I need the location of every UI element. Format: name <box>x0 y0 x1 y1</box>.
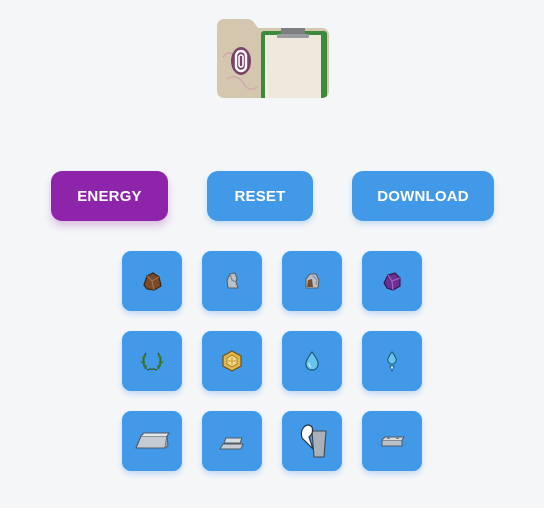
brown-ore-icon <box>143 272 162 291</box>
item-tile-drip[interactable] <box>362 331 422 391</box>
item-tile-laurel-wreath[interactable] <box>122 331 182 391</box>
folder-clipboard-icon <box>217 19 329 98</box>
paperclip-badge-icon <box>231 47 251 75</box>
item-tile-purple-crystal[interactable] <box>362 251 422 311</box>
item-tile-brown-ore[interactable] <box>122 251 182 311</box>
folder-thumbnail[interactable] <box>217 17 329 98</box>
reset-button[interactable]: RESET <box>207 171 313 221</box>
flat-plate-icon <box>381 436 405 447</box>
item-tile-flat-plate[interactable] <box>362 411 422 471</box>
item-tile-water-drop[interactable] <box>282 331 342 391</box>
item-tile-gold-hexagon[interactable] <box>202 331 262 391</box>
lightning-cup-icon <box>300 424 327 458</box>
mixed-ore-icon <box>305 273 320 289</box>
grey-stone-icon <box>226 272 239 289</box>
item-tile-metal-ingot[interactable] <box>122 411 182 471</box>
item-tile-grey-stone[interactable] <box>202 251 262 311</box>
item-tile-lightning-cup[interactable] <box>282 411 342 471</box>
download-button[interactable]: DOWNLOAD <box>352 171 494 221</box>
metal-ingot-icon <box>135 432 170 449</box>
purple-crystal-icon <box>383 272 401 291</box>
stacked-ingots-icon <box>219 437 244 450</box>
energy-button[interactable]: ENERGY <box>51 171 168 221</box>
laurel-wreath-icon <box>140 352 164 371</box>
item-tile-stacked-ingots[interactable] <box>202 411 262 471</box>
water-drop-icon <box>305 351 319 371</box>
gold-hexagon-icon <box>222 350 242 372</box>
item-tile-mixed-ore[interactable] <box>282 251 342 311</box>
drip-icon <box>387 351 397 373</box>
